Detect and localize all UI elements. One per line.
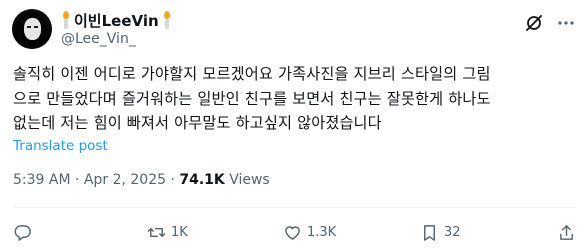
retweet-icon xyxy=(147,227,166,238)
share-button[interactable] xyxy=(557,223,576,242)
post-text: 솔직히 이젠 어디로 가야할지 모르겠어요 가족사진을 지브리 스타일의 그림 … xyxy=(13,62,578,136)
post-meta: 5:39 AM · Apr 2, 2025 · 74.1K Views xyxy=(13,172,270,188)
reply-icon xyxy=(14,225,31,241)
like-count: 1.3K xyxy=(307,225,337,240)
action-bar: 1K 1.3K 32 xyxy=(13,223,575,245)
like-button[interactable]: 1.3K xyxy=(283,223,336,242)
author-avatar[interactable] xyxy=(12,9,52,49)
more-horizontal-icon[interactable] xyxy=(556,13,576,33)
avatar-eye-left xyxy=(27,26,31,28)
bookmark-count-button[interactable]: 32 xyxy=(420,223,461,242)
candle-icon xyxy=(61,11,71,29)
views-count: 74.1K xyxy=(179,172,225,188)
candle-icon xyxy=(162,11,172,29)
bookmark-count: 32 xyxy=(444,225,461,240)
author-handle[interactable]: @Lee_Vin_ xyxy=(61,31,136,47)
author-display-name[interactable]: 이빈LeeVin xyxy=(74,10,159,31)
grok-icon[interactable] xyxy=(524,13,544,33)
translate-post-link[interactable]: Translate post xyxy=(13,138,108,154)
post-text-line: 솔직히 이젠 어디로 가야할지 모르겠어요 가족사진을 지브리 스타일의 그림 xyxy=(13,65,491,83)
views-bar-icon xyxy=(424,225,435,241)
post-timestamp[interactable]: 5:39 AM · Apr 2, 2025 · xyxy=(13,172,179,188)
retweet-button[interactable]: 1K xyxy=(147,223,188,242)
views-label: Views xyxy=(224,172,270,188)
share-icon xyxy=(560,225,573,240)
avatar-face xyxy=(24,18,41,40)
post-text-line: 없는데 저는 힘이 빠져서 아무말도 하고싶지 않아졌습니다 xyxy=(13,114,382,132)
post-text-line: 으로 만들었다며 즐거워하는 일반인 친구를 보면서 친구는 잘못한게 하나도 xyxy=(13,89,491,108)
avatar-eye-right xyxy=(34,26,38,28)
reply-button[interactable] xyxy=(13,223,37,242)
heart-icon xyxy=(285,226,300,240)
author-name-row[interactable]: 이빈LeeVin xyxy=(61,10,172,30)
retweet-count: 1K xyxy=(171,225,188,240)
divider xyxy=(13,207,575,208)
